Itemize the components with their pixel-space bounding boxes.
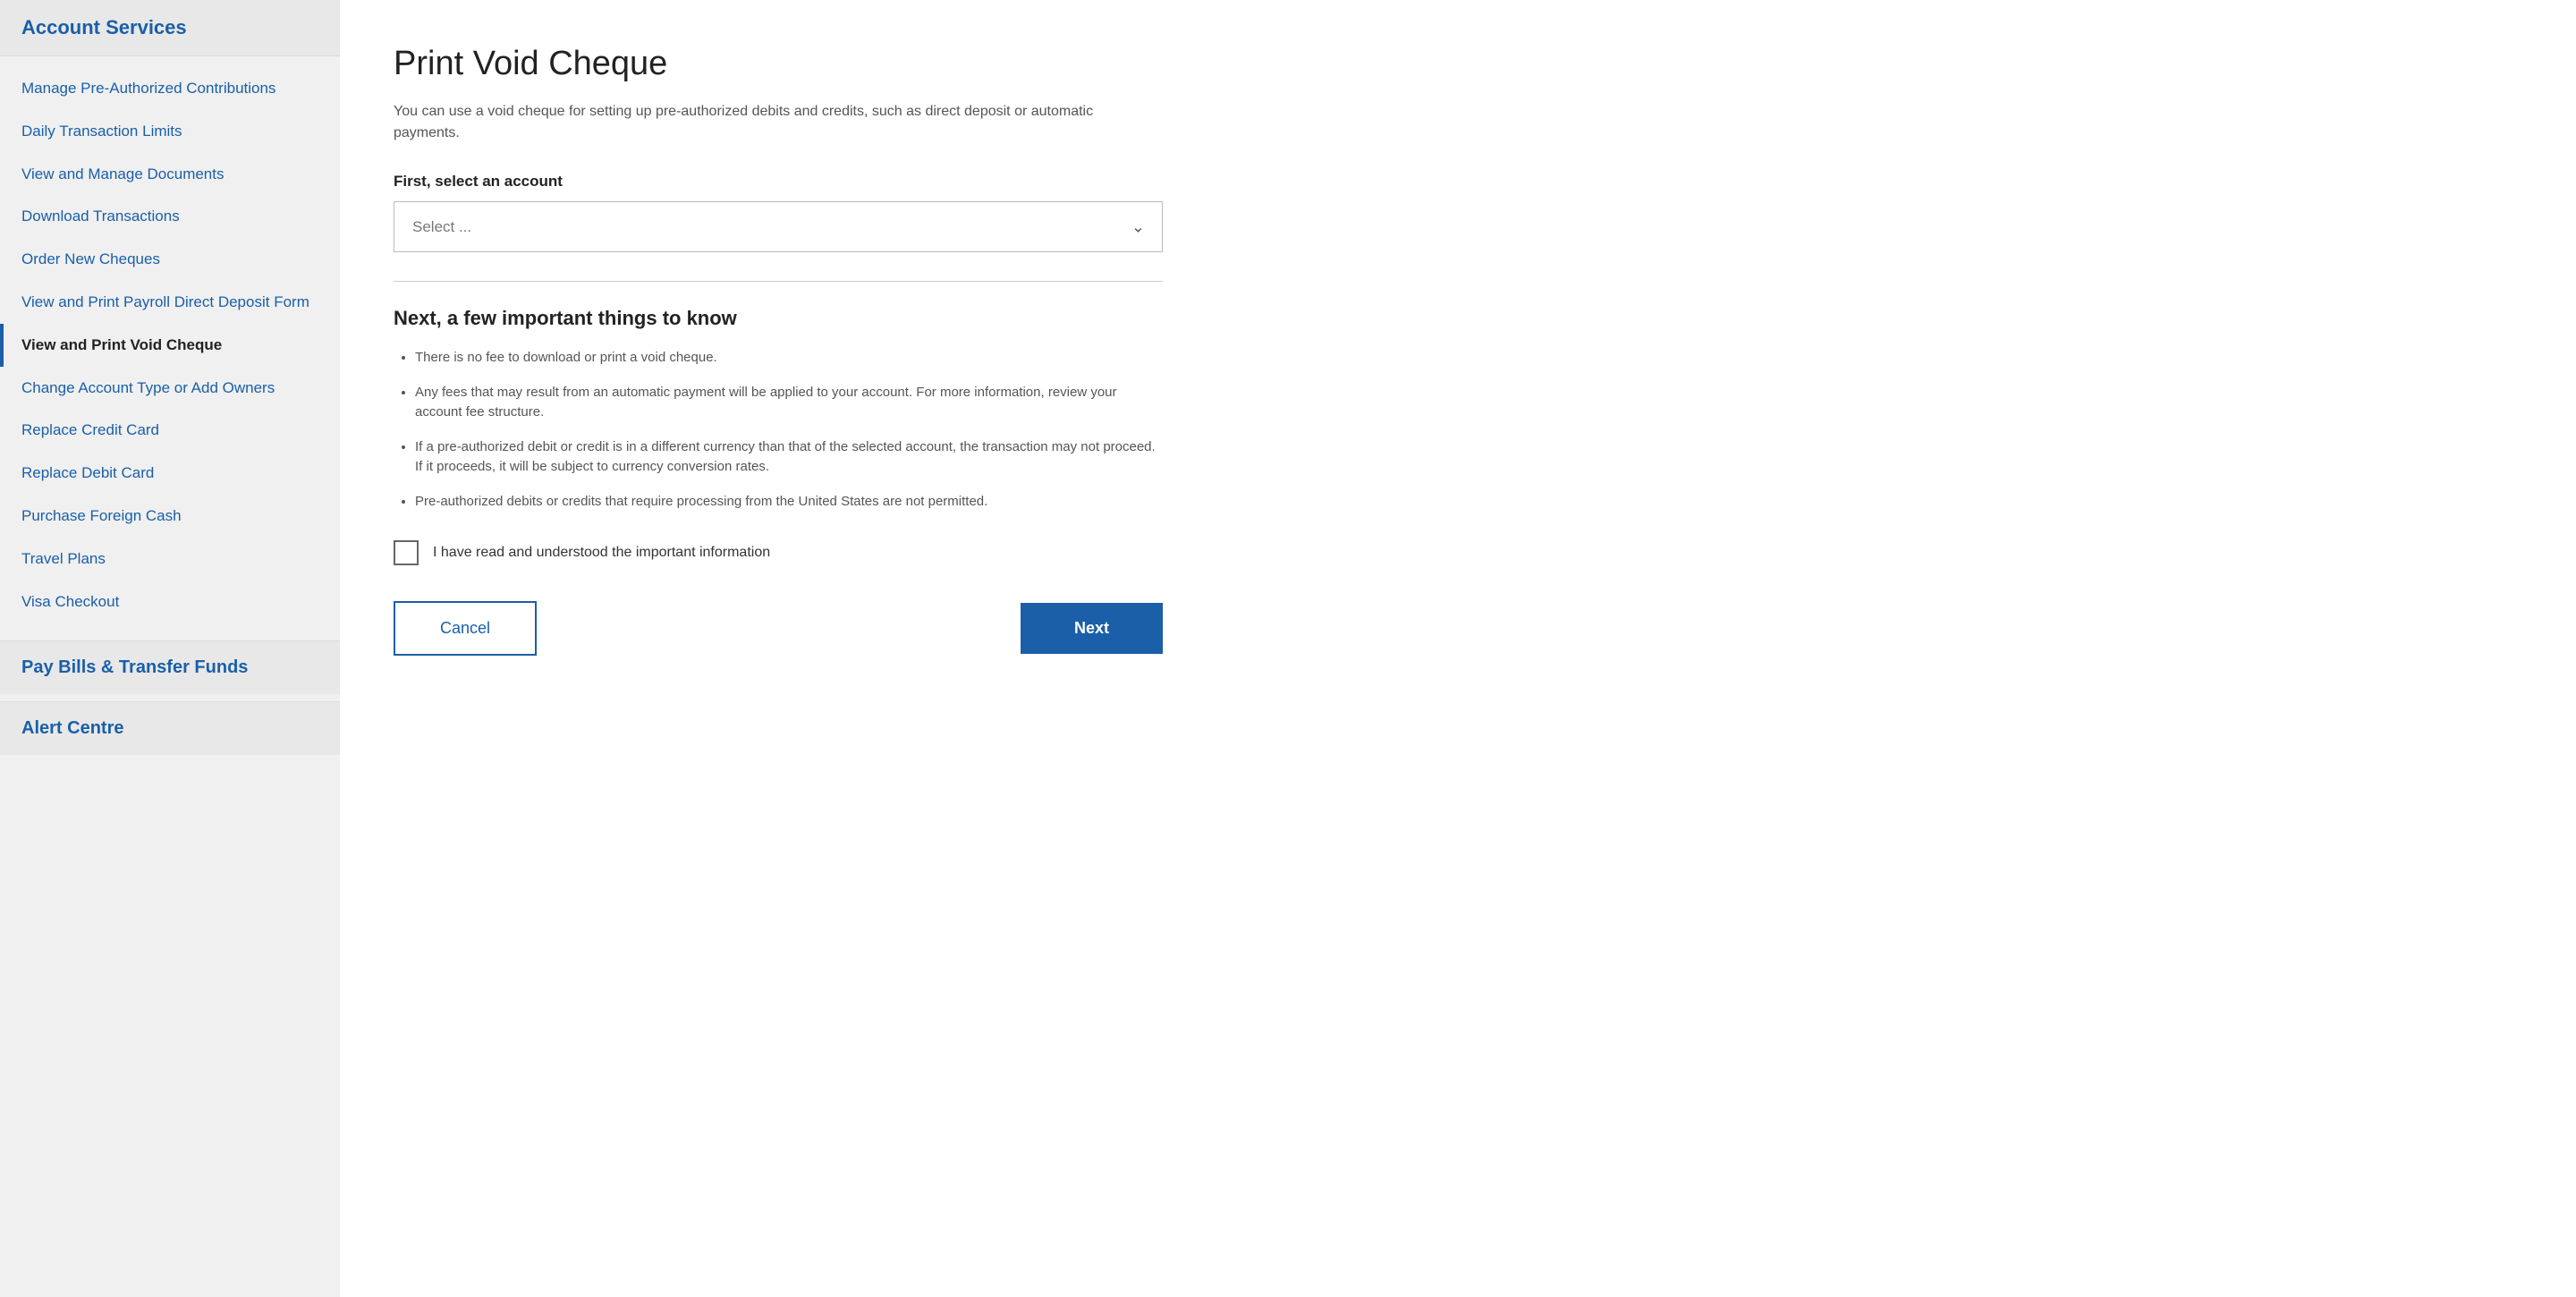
sidebar-nav-link[interactable]: View and Manage Documents bbox=[0, 153, 340, 196]
sidebar-nav-link[interactable]: View and Print Payroll Direct Deposit Fo… bbox=[0, 281, 340, 324]
sidebar-nav-item: Change Account Type or Add Owners bbox=[0, 367, 340, 410]
sidebar-nav-item: Visa Checkout bbox=[0, 581, 340, 623]
sidebar-nav-item: View and Print Payroll Direct Deposit Fo… bbox=[0, 281, 340, 324]
sidebar-nav-item: Order New Cheques bbox=[0, 238, 340, 281]
sidebar-nav-item: Daily Transaction Limits bbox=[0, 110, 340, 153]
sidebar-nav-link[interactable]: Travel Plans bbox=[0, 538, 340, 581]
sidebar-nav-link[interactable]: Change Account Type or Add Owners bbox=[0, 367, 340, 410]
sidebar-nav-link[interactable]: Replace Debit Card bbox=[0, 452, 340, 495]
account-select[interactable]: Select ... bbox=[394, 201, 1163, 252]
info-list-item: If a pre-authorized debit or credit is i… bbox=[415, 437, 1163, 478]
sidebar-nav-item: Purchase Foreign Cash bbox=[0, 495, 340, 538]
sidebar-nav-link[interactable]: Visa Checkout bbox=[0, 581, 340, 623]
sidebar-nav: Manage Pre-Authorized ContributionsDaily… bbox=[0, 56, 340, 633]
sidebar-nav-link[interactable]: View and Print Void Cheque bbox=[4, 324, 340, 367]
sidebar-pay-bills-header[interactable]: Pay Bills & Transfer Funds bbox=[0, 640, 340, 694]
sidebar-nav-item: View and Manage Documents bbox=[0, 153, 340, 196]
page-description: You can use a void cheque for setting up… bbox=[394, 101, 1109, 144]
sidebar-nav-link[interactable]: Daily Transaction Limits bbox=[0, 110, 340, 153]
account-select-wrapper: Select ... ⌄ bbox=[394, 201, 1163, 252]
checkbox-row: I have read and understood the important… bbox=[394, 540, 2522, 565]
info-box: Next, a few important things to know The… bbox=[394, 281, 1163, 512]
page-title: Print Void Cheque bbox=[394, 45, 2522, 83]
page-wrapper: Account Services Manage Pre-Authorized C… bbox=[0, 0, 2576, 1297]
cancel-button[interactable]: Cancel bbox=[394, 601, 537, 656]
sidebar-nav-item: Manage Pre-Authorized Contributions bbox=[0, 67, 340, 110]
sidebar-alert-centre-header[interactable]: Alert Centre bbox=[0, 701, 340, 755]
main-content: Print Void Cheque You can use a void che… bbox=[340, 0, 2576, 1297]
select-label: First, select an account bbox=[394, 173, 2522, 191]
info-list-item: Pre-authorized debits or credits that re… bbox=[415, 492, 1163, 513]
info-list-item: Any fees that may result from an automat… bbox=[415, 383, 1163, 423]
buttons-row: Cancel Next bbox=[394, 601, 1163, 656]
sidebar: Account Services Manage Pre-Authorized C… bbox=[0, 0, 340, 1297]
sidebar-nav-link[interactable]: Purchase Foreign Cash bbox=[0, 495, 340, 538]
info-list-item: There is no fee to download or print a v… bbox=[415, 348, 1163, 369]
next-button[interactable]: Next bbox=[1021, 603, 1163, 654]
sidebar-nav-item: Replace Debit Card bbox=[0, 452, 340, 495]
sidebar-nav-link[interactable]: Manage Pre-Authorized Contributions bbox=[0, 67, 340, 110]
sidebar-nav-item: Download Transactions bbox=[0, 195, 340, 238]
sidebar-nav-item: View and Print Void Cheque bbox=[0, 324, 340, 367]
sidebar-account-services-header: Account Services bbox=[0, 0, 340, 56]
sidebar-nav-link[interactable]: Download Transactions bbox=[0, 195, 340, 238]
acknowledge-checkbox-label[interactable]: I have read and understood the important… bbox=[433, 545, 770, 561]
info-box-title: Next, a few important things to know bbox=[394, 307, 1163, 330]
sidebar-nav-item: Replace Credit Card bbox=[0, 409, 340, 452]
acknowledge-checkbox[interactable] bbox=[394, 540, 419, 565]
sidebar-nav-link[interactable]: Order New Cheques bbox=[0, 238, 340, 281]
info-list: There is no fee to download or print a v… bbox=[394, 348, 1163, 512]
sidebar-nav-link[interactable]: Replace Credit Card bbox=[0, 409, 340, 452]
sidebar-nav-item: Travel Plans bbox=[0, 538, 340, 581]
